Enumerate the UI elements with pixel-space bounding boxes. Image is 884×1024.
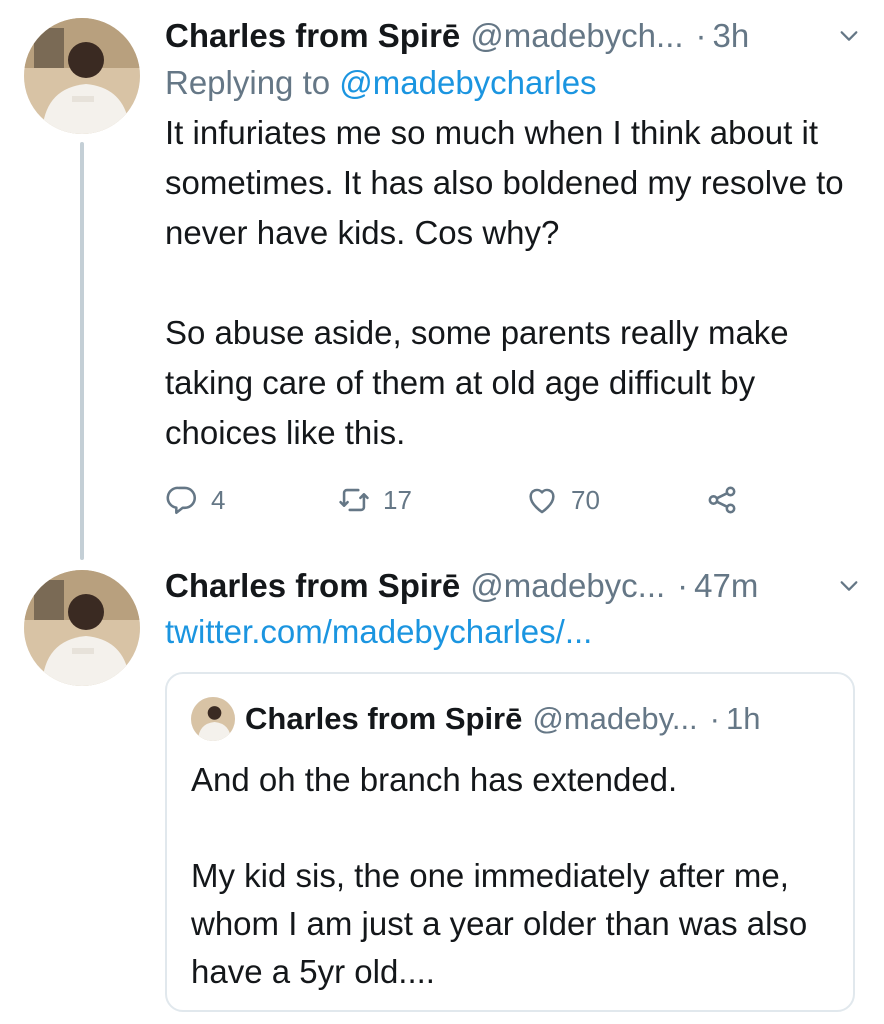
quoted-tweet-header: Charles from Spirē @madeby... · 1h xyxy=(191,696,833,742)
avatar-image xyxy=(24,570,140,686)
timestamp[interactable]: 47m xyxy=(694,567,758,605)
avatar-image xyxy=(191,697,235,741)
tweet-paragraph: And oh the branch has extended. xyxy=(191,761,678,798)
separator-dot: · xyxy=(695,17,707,54)
quoted-author-name: Charles from Spirē xyxy=(245,701,523,736)
quoted-avatar[interactable] xyxy=(191,697,235,741)
retweet-count: 17 xyxy=(383,484,412,515)
separator-dot: · xyxy=(677,567,689,604)
quoted-tweet[interactable]: Charles from Spirē @madeby... · 1h And o… xyxy=(165,672,855,1012)
replying-to-mention[interactable]: @madebycharles xyxy=(339,64,596,101)
reply-count: 4 xyxy=(211,484,226,515)
avatar[interactable] xyxy=(24,570,140,686)
quoted-author-handle: @madeby... xyxy=(532,701,698,736)
reply-button[interactable]: 4 xyxy=(165,480,225,520)
thread-connector-line xyxy=(80,142,84,560)
timestamp[interactable]: 3h xyxy=(713,17,750,55)
replying-to: Replying to @madebycharles xyxy=(165,58,864,108)
tweet-text: It infuriates me so much when I think ab… xyxy=(165,108,864,458)
chevron-down-icon[interactable] xyxy=(834,571,864,601)
tweet-actions: 4 17 70 xyxy=(165,480,785,520)
quoted-timestamp: 1h xyxy=(726,701,761,736)
reply-icon xyxy=(166,486,197,515)
tweet-paragraph: So abuse aside, some parents really make… xyxy=(165,314,789,451)
chevron-down-icon[interactable] xyxy=(834,21,864,51)
like-button[interactable]: 70 xyxy=(525,480,600,520)
separator-dot: · xyxy=(709,701,720,736)
tweet-header: Charles from Spirē @madebyc... · 47m xyxy=(165,564,864,608)
author-handle[interactable]: @madebyc... xyxy=(470,567,665,605)
quoted-tweet-text: And oh the branch has extended. My kid s… xyxy=(191,756,833,996)
tweet-paragraph: It infuriates me so much when I think ab… xyxy=(165,114,844,251)
tweet[interactable]: Charles from Spirē @madebych... · 3h Rep… xyxy=(0,0,884,560)
heart-icon xyxy=(529,488,555,514)
share-icon xyxy=(708,486,736,514)
tweet-content: Charles from Spirē @madebych... · 3h Rep… xyxy=(165,14,864,515)
author-name[interactable]: Charles from Spirē xyxy=(165,17,460,55)
replying-to-label: Replying to xyxy=(165,64,331,101)
share-button[interactable] xyxy=(705,480,739,520)
retweet-icon xyxy=(339,488,369,512)
author-handle[interactable]: @madebych... xyxy=(470,17,683,55)
avatar[interactable] xyxy=(24,18,140,134)
avatar-image xyxy=(24,18,140,134)
tweet-content: Charles from Spirē @madebyc... · 47m twi… xyxy=(165,564,864,1012)
tweet-link[interactable]: twitter.com/madebycharles/... xyxy=(165,608,864,656)
like-count: 70 xyxy=(571,484,600,515)
tweet[interactable]: Charles from Spirē @madebyc... · 47m twi… xyxy=(0,560,884,1024)
tweet-paragraph: My kid sis, the one immediately after me… xyxy=(191,857,808,990)
retweet-button[interactable]: 17 xyxy=(337,480,412,520)
author-name[interactable]: Charles from Spirē xyxy=(165,567,460,605)
tweet-header: Charles from Spirē @madebych... · 3h xyxy=(165,14,864,58)
